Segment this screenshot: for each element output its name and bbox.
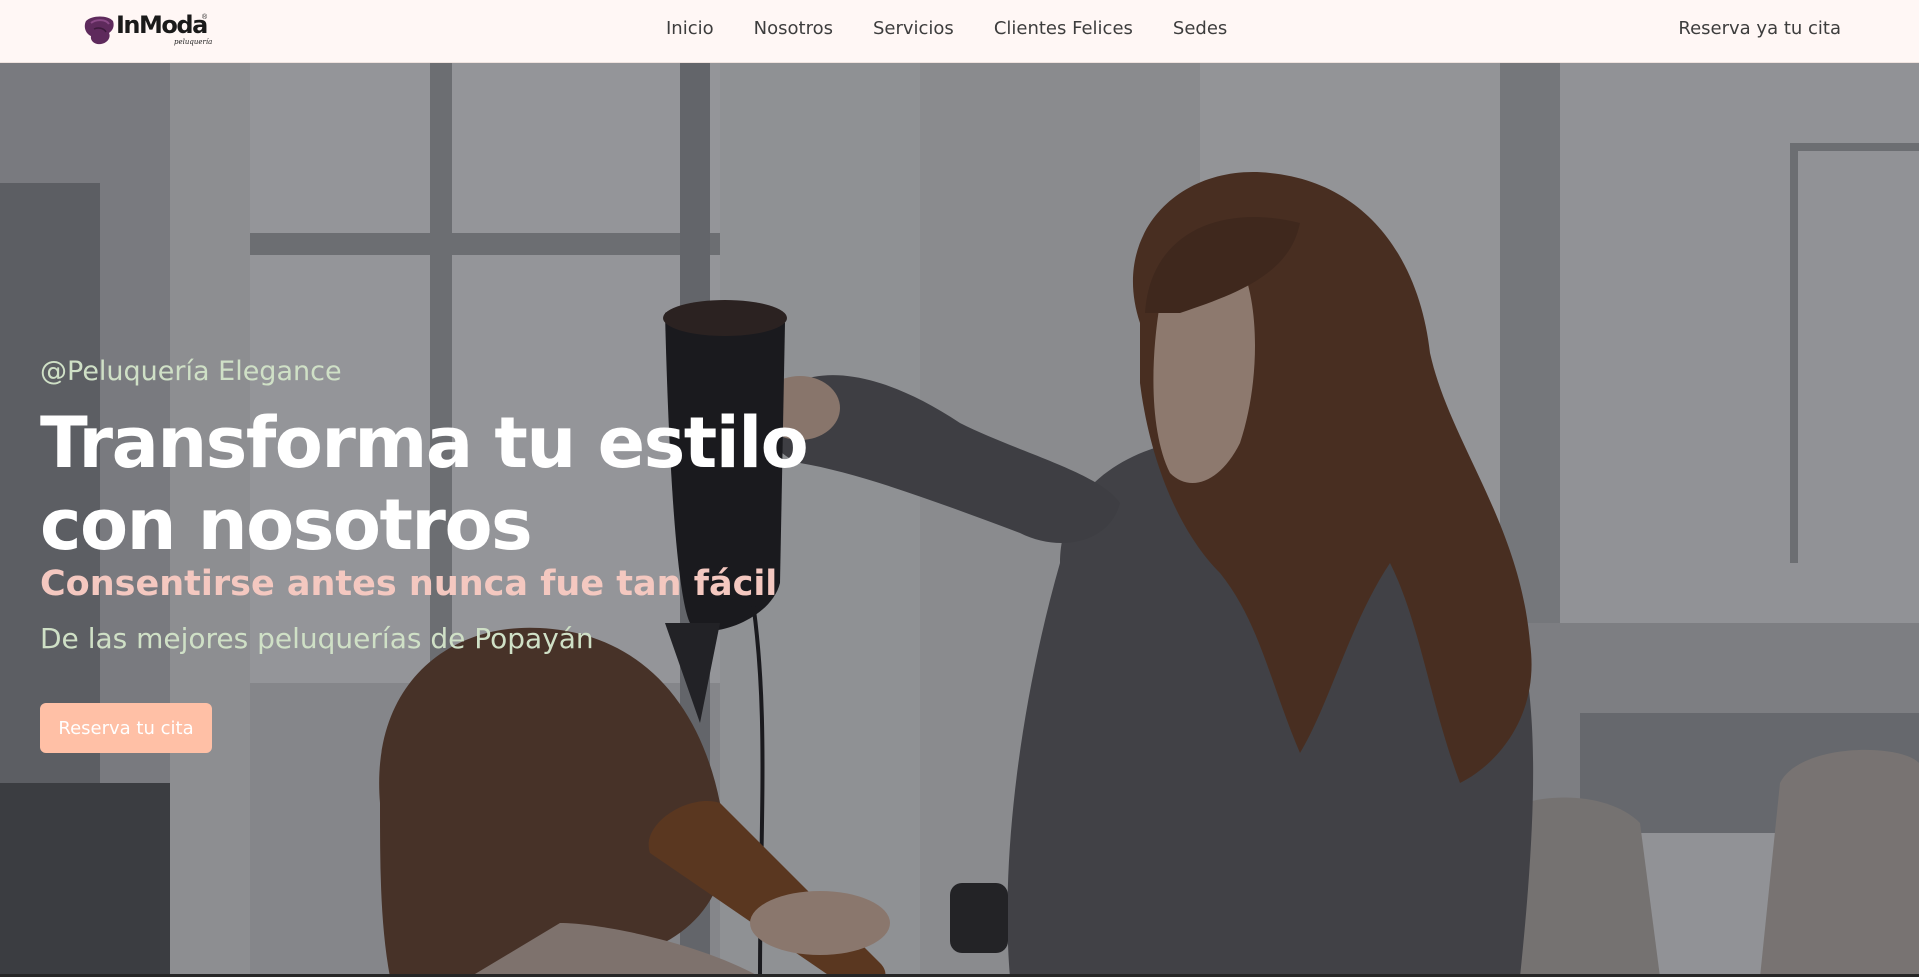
brand-logo-link[interactable]: InModa ® peluquería [82,10,212,52]
nav-link-clientes-felices[interactable]: Clientes Felices [994,18,1133,39]
nav-link-inicio[interactable]: Inicio [666,18,714,39]
nav-link-nosotros[interactable]: Nosotros [754,18,833,39]
brand-name: InModa [116,11,208,39]
nav-link-sedes[interactable]: Sedes [1173,18,1227,39]
hero-tagline: @Peluquería Elegance [40,356,342,387]
top-navbar: InModa ® peluquería Inicio Nosotros Serv… [0,0,1919,63]
nav-link-servicios[interactable]: Servicios [873,18,954,39]
brand-subtitle: peluquería [174,38,213,46]
hero-title-line1: Transforma tu estilo [40,402,809,484]
reserve-appointment-button[interactable]: Reserva tu cita [40,703,212,753]
brand-hair-icon [82,15,116,47]
hero-title: Transforma tu estilo con nosotros [40,402,940,566]
brand-registered-mark: ® [202,14,208,21]
hero-subtitle: Consentirse antes nunca fue tan fácil [40,564,778,604]
hero-caption: De las mejores peluquerías de Popayán [40,622,594,655]
hero-title-line2: con nosotros [40,484,533,566]
brand-wordmark: InModa ® peluquería [116,10,212,52]
nav-reserve-link[interactable]: Reserva ya tu cita [1678,0,1841,56]
main-nav: Inicio Nosotros Servicios Clientes Felic… [666,0,1267,56]
